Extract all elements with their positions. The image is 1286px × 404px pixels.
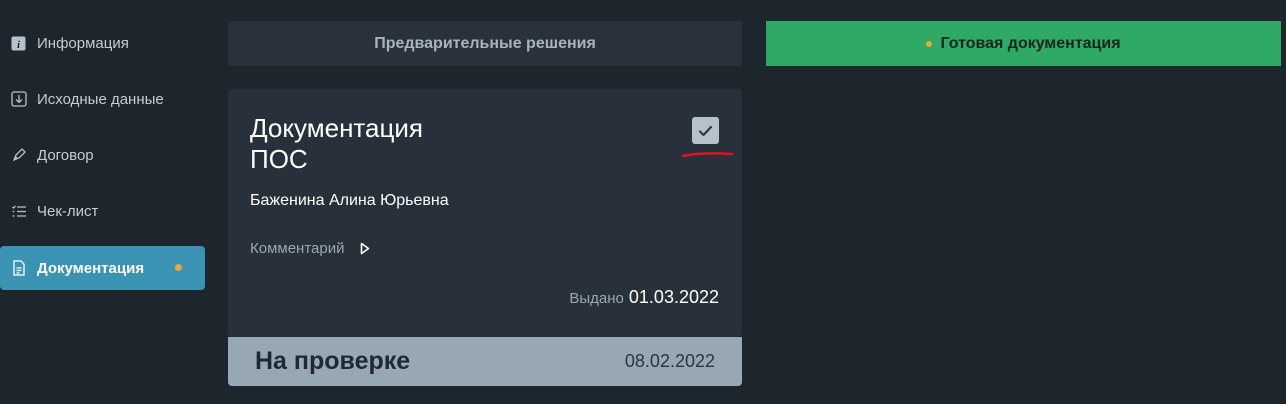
notification-dot <box>926 40 933 47</box>
download-icon <box>10 91 27 108</box>
comment-label: Комментарий <box>250 240 345 257</box>
tab-preliminary-solutions[interactable]: Предварительные решения <box>228 21 742 66</box>
card-title-line: Документация <box>250 113 423 143</box>
status-date: 08.02.2022 <box>624 351 715 371</box>
sidebar-item-label: Документация <box>37 259 145 277</box>
checkmark-icon <box>698 125 713 136</box>
issued-date: 01.03.2022 <box>628 287 719 307</box>
assignee-name: Баженина Алина Юрьевна <box>250 192 449 209</box>
sidebar: i Информация Исходные данные Договор Чек… <box>0 0 210 404</box>
document-icon <box>10 260 27 277</box>
tab-label: Готовая документация <box>940 34 1121 52</box>
sidebar-item-contract[interactable]: Договор <box>0 133 205 177</box>
issued-info: Выдано 01.03.2022 <box>569 287 719 308</box>
comment-toggle[interactable]: Комментарий <box>250 240 370 257</box>
status-label: На проверке <box>255 347 411 375</box>
card-title: Документация ПОС <box>250 113 610 175</box>
sidebar-item-label: Информация <box>37 34 129 52</box>
issued-label: Выдано <box>569 290 624 307</box>
info-icon: i <box>10 35 27 52</box>
checklist-icon <box>10 203 27 220</box>
document-card: Документация ПОС Баженина Алина Юрьевна … <box>228 89 742 337</box>
sidebar-item-checklist[interactable]: Чек-лист <box>0 189 205 233</box>
pen-icon <box>10 147 27 164</box>
tab-label: Предварительные решения <box>374 34 596 52</box>
status-bar: На проверке 08.02.2022 <box>228 337 742 386</box>
tab-ready-documentation[interactable]: Готовая документация <box>766 21 1281 66</box>
card-title-line: ПОС <box>250 144 308 174</box>
sidebar-item-info[interactable]: i Информация <box>0 21 205 65</box>
play-icon <box>360 242 370 255</box>
sidebar-item-label: Чек-лист <box>37 202 99 220</box>
sidebar-item-source-data[interactable]: Исходные данные <box>0 77 205 121</box>
red-underline-mark <box>682 152 734 158</box>
sidebar-item-documentation[interactable]: Документация <box>0 246 205 290</box>
notification-dot <box>175 264 182 271</box>
sidebar-item-label: Договор <box>37 146 94 164</box>
approve-checkbox[interactable] <box>692 117 719 144</box>
sidebar-item-label: Исходные данные <box>37 90 164 108</box>
